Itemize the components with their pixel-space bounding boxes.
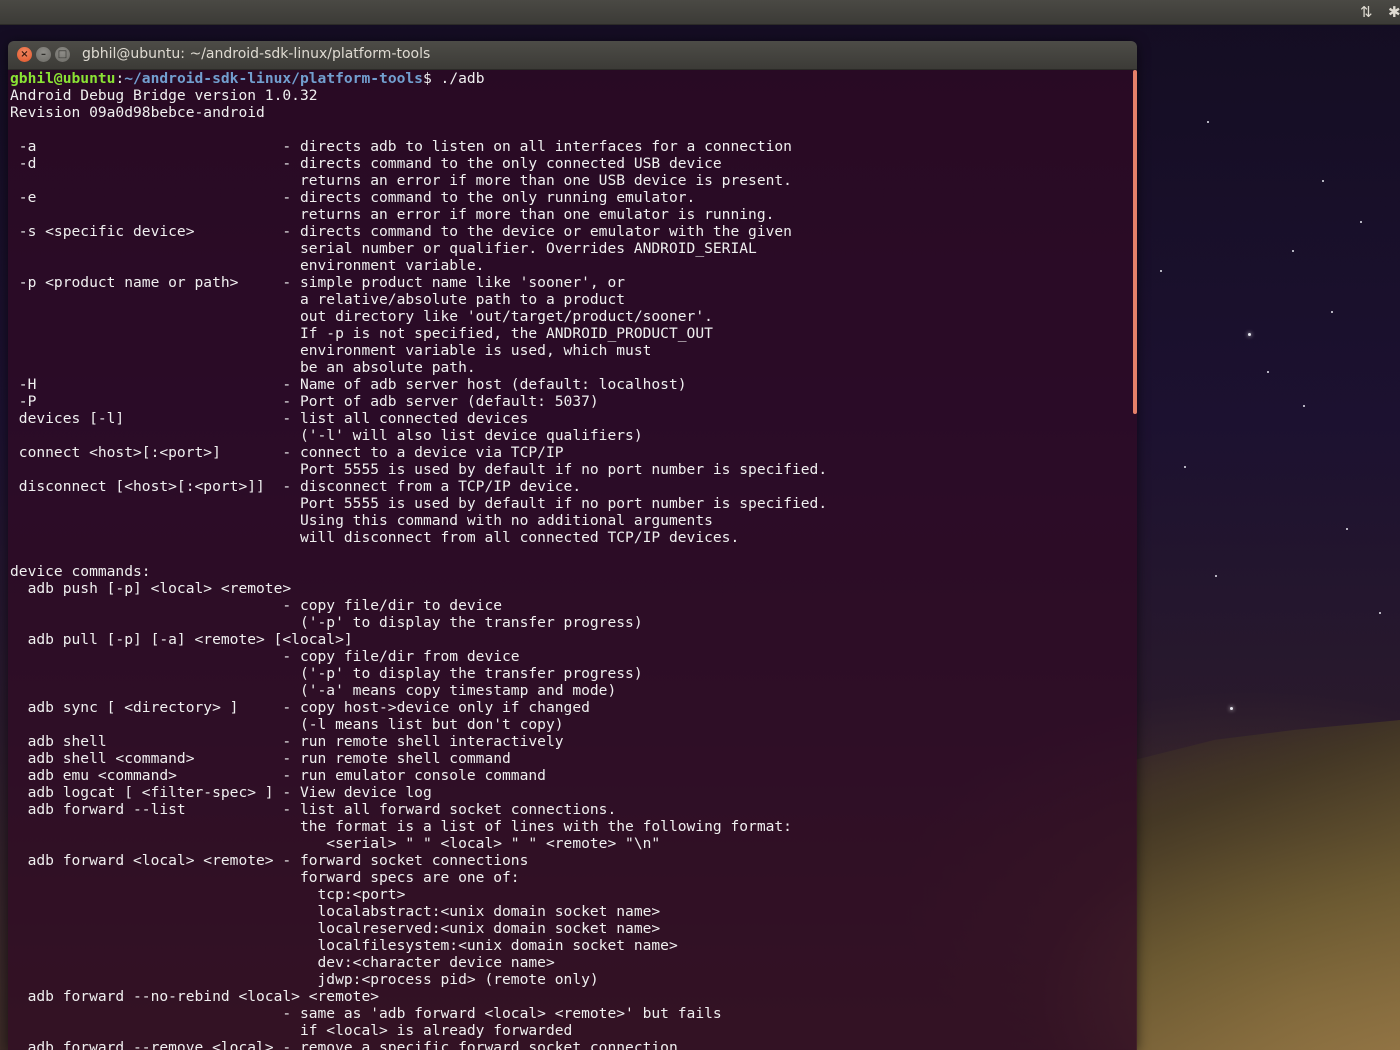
star	[1267, 371, 1269, 373]
prompt-symbol: $	[422, 70, 441, 87]
star	[1160, 270, 1162, 272]
prompt-user-host: gbhil@ubuntu	[10, 70, 116, 87]
window-title: gbhil@ubuntu: ~/android-sdk-linux/platfo…	[82, 46, 431, 62]
command-output: Android Debug Bridge version 1.0.32 Revi…	[10, 87, 828, 1050]
close-button[interactable]: ×	[17, 47, 32, 62]
star	[1322, 180, 1324, 182]
star	[1303, 405, 1305, 407]
prompt-separator: :	[115, 70, 125, 87]
maximize-button[interactable]: □	[55, 47, 70, 62]
terminal-window: × – □ gbhil@ubuntu: ~/android-sdk-linux/…	[8, 41, 1137, 1050]
star	[1346, 528, 1348, 530]
bluetooth-icon[interactable]: ✱	[1388, 2, 1400, 22]
terminal-body[interactable]: gbhil@ubuntu:~/android-sdk-linux/platfor…	[8, 70, 1137, 1050]
prompt-line: gbhil@ubuntu:~/android-sdk-linux/platfor…	[10, 70, 1137, 87]
window-titlebar[interactable]: × – □ gbhil@ubuntu: ~/android-sdk-linux/…	[8, 41, 1137, 70]
terminal-text: gbhil@ubuntu:~/android-sdk-linux/platfor…	[8, 70, 1137, 1050]
star	[1379, 612, 1381, 614]
prompt-path: ~/android-sdk-linux/platform-tools	[124, 70, 423, 87]
star	[1331, 311, 1333, 313]
star	[1207, 121, 1209, 123]
scrollbar[interactable]	[1133, 70, 1137, 414]
network-transfer-icon[interactable]: ⇅	[1360, 2, 1373, 22]
top-panel: ⇅ ✱	[0, 0, 1400, 25]
star	[1248, 333, 1251, 336]
star	[1184, 466, 1186, 468]
star	[1360, 221, 1362, 223]
star	[1230, 707, 1233, 710]
star	[1292, 250, 1294, 252]
star	[1215, 575, 1217, 577]
minimize-button[interactable]: –	[36, 47, 51, 62]
wallpaper-hillside	[1136, 720, 1400, 1050]
prompt-command: ./adb	[440, 70, 485, 87]
